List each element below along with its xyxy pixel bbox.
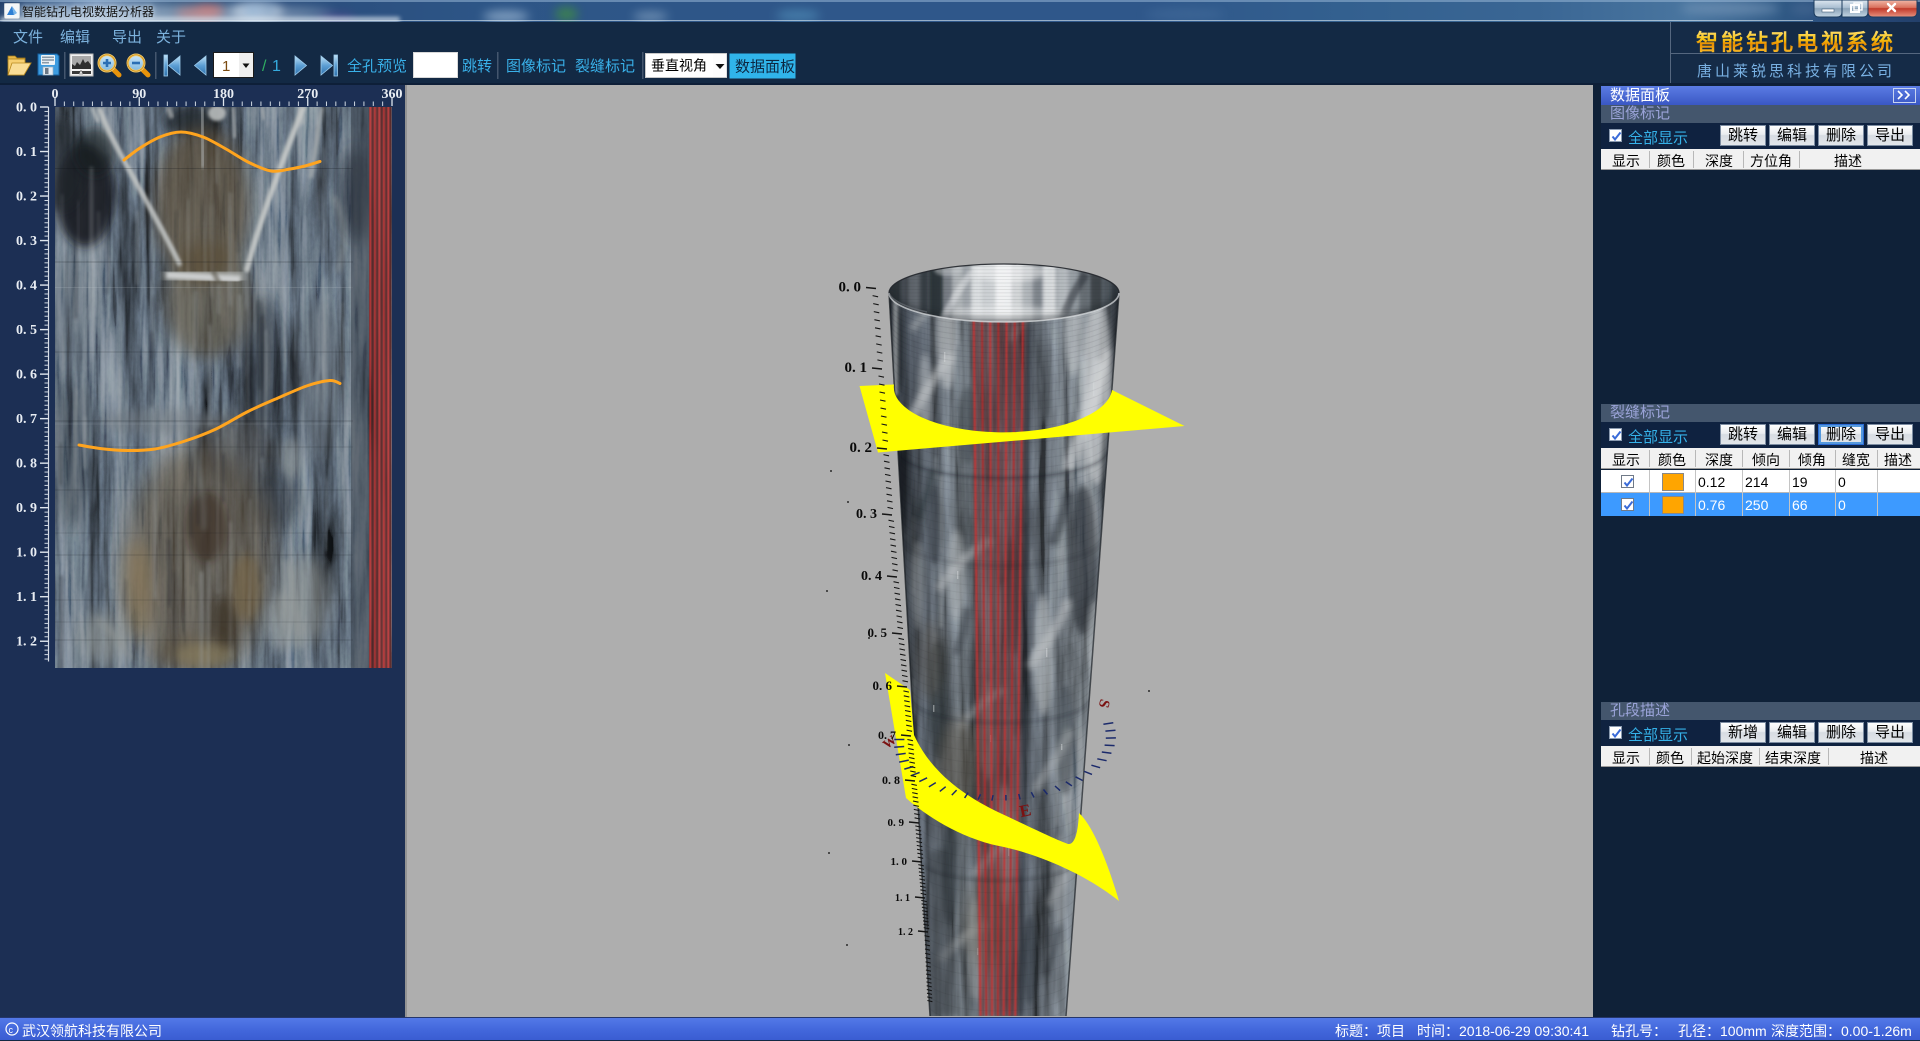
svg-text:0. 3: 0. 3 bbox=[16, 234, 37, 249]
svg-text:数据面板: 数据面板 bbox=[735, 58, 795, 76]
svg-text:0. 9: 0. 9 bbox=[16, 501, 37, 516]
svg-text:0. 7: 0. 7 bbox=[16, 412, 37, 427]
svg-text:1. 1: 1. 1 bbox=[16, 590, 37, 605]
svg-text:全孔预览: 全孔预览 bbox=[347, 57, 407, 75]
svg-text:0. 5: 0. 5 bbox=[868, 625, 888, 640]
svg-text:1. 2: 1. 2 bbox=[898, 927, 913, 938]
svg-text:0. 8: 0. 8 bbox=[882, 773, 900, 787]
svg-text:0. 1: 0. 1 bbox=[845, 360, 868, 376]
svg-text:c: c bbox=[9, 1025, 14, 1035]
svg-text:0. 3: 0. 3 bbox=[856, 507, 877, 522]
svg-text:0. 0: 0. 0 bbox=[16, 101, 37, 116]
svg-text:0. 4: 0. 4 bbox=[16, 279, 37, 294]
svg-text:1: 1 bbox=[222, 58, 230, 75]
svg-text:1. 1: 1. 1 bbox=[895, 893, 910, 904]
svg-text:0. 9: 0. 9 bbox=[888, 817, 905, 829]
svg-text:0. 2: 0. 2 bbox=[16, 190, 37, 205]
svg-text:0. 7: 0. 7 bbox=[878, 728, 896, 742]
svg-text:90: 90 bbox=[132, 87, 146, 102]
svg-text:270: 270 bbox=[297, 87, 318, 102]
svg-text:360: 360 bbox=[382, 87, 403, 102]
svg-text:0. 6: 0. 6 bbox=[16, 368, 37, 383]
svg-text:0. 2: 0. 2 bbox=[850, 440, 873, 456]
svg-text:/: / bbox=[262, 58, 267, 75]
svg-text:1. 0: 1. 0 bbox=[16, 546, 37, 561]
svg-text:0: 0 bbox=[52, 87, 59, 102]
svg-text:180: 180 bbox=[213, 87, 234, 102]
svg-text:裂缝标记: 裂缝标记 bbox=[575, 58, 635, 75]
svg-text:1. 2: 1. 2 bbox=[16, 635, 37, 650]
svg-text:垂直视角: 垂直视角 bbox=[651, 58, 707, 74]
svg-text:0. 8: 0. 8 bbox=[16, 457, 37, 472]
svg-text:0. 0: 0. 0 bbox=[839, 280, 862, 296]
svg-text:0. 1: 0. 1 bbox=[16, 145, 37, 160]
svg-text:0. 5: 0. 5 bbox=[16, 323, 37, 338]
svg-text:0. 4: 0. 4 bbox=[861, 569, 882, 584]
svg-text:1. 0: 1. 0 bbox=[891, 856, 908, 868]
svg-text:0. 6: 0. 6 bbox=[873, 678, 893, 693]
svg-text:图像标记: 图像标记 bbox=[506, 58, 566, 75]
svg-text:跳转: 跳转 bbox=[462, 58, 492, 75]
svg-text:1: 1 bbox=[272, 58, 281, 75]
